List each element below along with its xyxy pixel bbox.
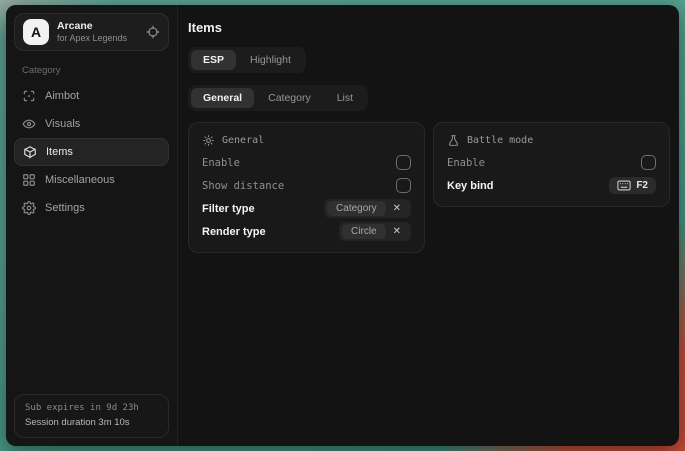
setting-row-enable: Enable: [447, 151, 656, 174]
view-tab-group: General Category List: [188, 85, 368, 111]
setting-label: Enable: [447, 157, 485, 169]
clear-icon[interactable]: ✕: [386, 226, 408, 237]
category-section-label: Category: [22, 65, 169, 76]
crosshair-icon[interactable]: [146, 25, 160, 39]
sidebar-item-label: Visuals: [45, 118, 80, 130]
page-title: Items: [188, 20, 670, 35]
setting-row-enable: Enable: [202, 151, 411, 174]
setting-row-key-bind: Key bind F2: [447, 174, 656, 197]
battle-mode-panel: Battle mode Enable Key bind: [433, 122, 670, 207]
sidebar-nav: Aimbot Visuals Items: [14, 82, 169, 222]
setting-row-render-type: Render type Circle ✕: [202, 220, 411, 243]
scan-target-icon: [22, 89, 36, 103]
tab-general[interactable]: General: [191, 88, 254, 108]
keybind-value: F2: [636, 180, 648, 191]
brand-text: Arcane for Apex Legends: [57, 20, 138, 44]
battle-enable-checkbox[interactable]: [641, 155, 656, 170]
sidebar-item-visuals[interactable]: Visuals: [14, 110, 169, 138]
mode-tab-group: ESP Highlight: [188, 47, 306, 73]
sidebar-item-items[interactable]: Items: [14, 138, 169, 166]
grid-icon: [22, 173, 36, 187]
brand-card: A Arcane for Apex Legends: [14, 13, 169, 51]
app-logo: A: [23, 19, 49, 45]
show-distance-checkbox[interactable]: [396, 178, 411, 193]
general-panel-header: General: [202, 129, 411, 151]
clear-icon[interactable]: ✕: [386, 203, 408, 214]
sidebar: A Arcane for Apex Legends Category: [6, 5, 178, 446]
filter-type-select[interactable]: Category ✕: [324, 199, 411, 218]
keybind-button[interactable]: F2: [609, 177, 656, 194]
setting-label: Filter type: [202, 203, 255, 215]
panels-row: General Enable Show distance Filter type…: [188, 122, 670, 253]
render-type-value[interactable]: Circle: [342, 224, 386, 239]
sidebar-item-settings[interactable]: Settings: [14, 194, 169, 222]
brand-name: Arcane: [57, 20, 138, 33]
setting-label: Render type: [202, 226, 266, 238]
filter-type-value[interactable]: Category: [327, 201, 386, 216]
keyboard-icon: [617, 180, 631, 191]
sidebar-item-aimbot[interactable]: Aimbot: [14, 82, 169, 110]
tab-esp[interactable]: ESP: [191, 50, 236, 70]
panel-title: General: [222, 135, 264, 146]
sub-expiry-text: Sub expires in 9d 23h: [25, 402, 158, 416]
battle-mode-panel-header: Battle mode: [447, 129, 656, 151]
sidebar-item-label: Miscellaneous: [45, 174, 115, 186]
setting-row-show-distance: Show distance: [202, 174, 411, 197]
render-type-select[interactable]: Circle ✕: [339, 222, 411, 241]
setting-label: Key bind: [447, 180, 493, 192]
general-panel: General Enable Show distance Filter type…: [188, 122, 425, 253]
app-window: A Arcane for Apex Legends Category: [6, 5, 679, 446]
sidebar-item-miscellaneous[interactable]: Miscellaneous: [14, 166, 169, 194]
sidebar-item-label: Aimbot: [45, 90, 79, 102]
tab-list[interactable]: List: [325, 88, 365, 108]
session-duration-text: Session duration 3m 10s: [25, 416, 158, 430]
tab-highlight[interactable]: Highlight: [238, 50, 303, 70]
setting-label: Enable: [202, 157, 240, 169]
eye-icon: [22, 117, 36, 131]
main-content: Items ESP Highlight General Category Lis…: [178, 5, 679, 446]
package-icon: [23, 145, 37, 159]
sun-icon: [202, 134, 215, 147]
setting-row-filter-type: Filter type Category ✕: [202, 197, 411, 220]
enable-checkbox[interactable]: [396, 155, 411, 170]
flask-icon: [447, 134, 460, 147]
gear-icon: [22, 201, 36, 215]
brand-subtitle: for Apex Legends: [57, 33, 138, 44]
sidebar-item-label: Settings: [45, 202, 85, 214]
setting-label: Show distance: [202, 180, 284, 192]
sidebar-item-label: Items: [46, 146, 73, 158]
panel-title: Battle mode: [467, 135, 533, 146]
subscription-info-card: Sub expires in 9d 23h Session duration 3…: [14, 394, 169, 438]
tab-category[interactable]: Category: [256, 88, 323, 108]
